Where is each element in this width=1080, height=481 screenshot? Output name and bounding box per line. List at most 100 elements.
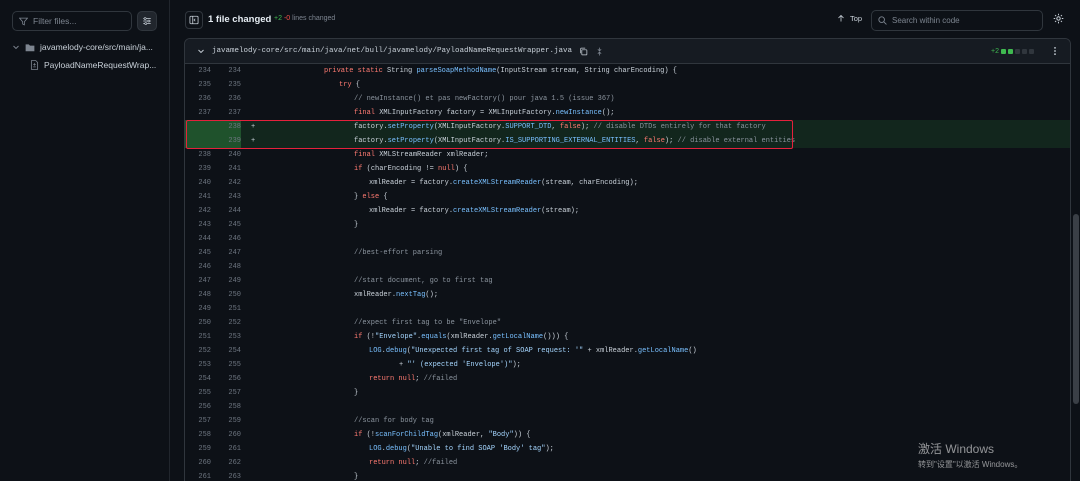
new-line-number[interactable]: 263: [219, 473, 241, 481]
new-line-number[interactable]: 240: [219, 151, 241, 159]
expand-all-icon[interactable]: [595, 47, 604, 56]
new-line-number[interactable]: 262: [219, 459, 241, 467]
diffstat-square: [1029, 49, 1034, 54]
old-line-number[interactable]: 256: [189, 403, 211, 411]
old-line-number[interactable]: 250: [189, 319, 211, 327]
line-number-gutter: 254 256: [185, 375, 241, 383]
kebab-menu-icon[interactable]: [1050, 45, 1060, 57]
chevron-down-icon[interactable]: [197, 47, 205, 55]
new-line-number[interactable]: 245: [219, 221, 241, 229]
code-line: 235 235 try {: [185, 78, 1070, 92]
code-line: 237 237 final XMLInputFactory factory = XM…: [185, 106, 1070, 120]
new-line-number[interactable]: 253: [219, 333, 241, 341]
code-line: 256 258: [185, 400, 1070, 414]
old-line-number[interactable]: 259: [189, 445, 211, 453]
old-line-number[interactable]: 235: [189, 81, 211, 89]
old-line-number[interactable]: 236: [189, 95, 211, 103]
new-line-number[interactable]: 252: [219, 319, 241, 327]
new-line-number[interactable]: 254: [219, 347, 241, 355]
old-line-number[interactable]: 243: [189, 221, 211, 229]
new-line-number[interactable]: 250: [219, 291, 241, 299]
old-line-number[interactable]: 242: [189, 207, 211, 215]
filter-files-box[interactable]: [12, 11, 132, 31]
line-number-gutter: 239 241: [185, 165, 241, 173]
old-line-number[interactable]: 253: [189, 361, 211, 369]
new-line-number[interactable]: 258: [219, 403, 241, 411]
diffstat-square: [1022, 49, 1027, 54]
old-line-number[interactable]: 258: [189, 431, 211, 439]
old-line-number[interactable]: 255: [189, 389, 211, 397]
copy-icon[interactable]: [579, 47, 588, 56]
old-line-number[interactable]: 246: [189, 263, 211, 271]
filter-options-button[interactable]: [137, 11, 157, 31]
diff-toolbar: 1 file changed +2 -0 lines changed Top: [171, 0, 1080, 40]
new-line-number[interactable]: 239: [219, 137, 241, 145]
old-line-number[interactable]: 251: [189, 333, 211, 341]
old-line-number[interactable]: 252: [189, 347, 211, 355]
new-line-number[interactable]: 256: [219, 375, 241, 383]
code-line: 234 234 private static String parseSoapMet…: [185, 64, 1070, 78]
code-line: 248 250 xmlReader.nextTag();: [185, 288, 1070, 302]
new-line-number[interactable]: 241: [219, 165, 241, 173]
code-text: }: [354, 473, 359, 481]
files-changed-count: 1 file changed: [208, 14, 272, 25]
line-number-gutter: 243 245: [185, 221, 241, 229]
old-line-number[interactable]: 261: [189, 473, 211, 481]
old-line-number[interactable]: 239: [189, 165, 211, 173]
new-line-number[interactable]: 259: [219, 417, 241, 425]
search-code-input[interactable]: [892, 16, 1032, 25]
new-line-number[interactable]: 249: [219, 277, 241, 285]
new-line-number[interactable]: 235: [219, 81, 241, 89]
new-line-number[interactable]: 248: [219, 263, 241, 271]
old-line-number[interactable]: 254: [189, 375, 211, 383]
new-line-number[interactable]: 244: [219, 207, 241, 215]
old-line-number[interactable]: 249: [189, 305, 211, 313]
old-line-number[interactable]: 248: [189, 291, 211, 299]
new-line-number[interactable]: 261: [219, 445, 241, 453]
filter-files-input[interactable]: [33, 16, 128, 26]
scrollbar-thumb[interactable]: [1073, 214, 1079, 404]
old-line-number[interactable]: 238: [189, 151, 211, 159]
new-line-number[interactable]: 251: [219, 305, 241, 313]
old-line-number[interactable]: 245: [189, 249, 211, 257]
new-line-number[interactable]: 255: [219, 361, 241, 369]
search-code-box[interactable]: [871, 10, 1043, 31]
tree-folder[interactable]: javamelody-core/src/main/ja...: [12, 38, 156, 56]
line-number-gutter: 238 240: [185, 151, 241, 159]
code-line: 255 257}: [185, 386, 1070, 400]
new-line-number[interactable]: 234: [219, 67, 241, 75]
toggle-sidebar-button[interactable]: [185, 11, 203, 29]
new-line-number[interactable]: 257: [219, 389, 241, 397]
old-line-number[interactable]: 244: [189, 235, 211, 243]
new-line-number[interactable]: 246: [219, 235, 241, 243]
tree-file[interactable]: PayloadNameRequestWrap...: [12, 56, 156, 74]
code-text: if (!scanForChildTag(xmlReader, "Body"))…: [354, 431, 531, 439]
new-line-number[interactable]: 243: [219, 193, 241, 201]
new-line-number[interactable]: 237: [219, 109, 241, 117]
old-line-number[interactable]: 234: [189, 67, 211, 75]
lines-changed-label: lines changed: [292, 15, 336, 22]
code-text: return null; //failed: [369, 459, 458, 467]
new-line-number[interactable]: 260: [219, 431, 241, 439]
old-line-number[interactable]: 241: [189, 193, 211, 201]
top-button[interactable]: Top: [837, 14, 862, 23]
old-line-number[interactable]: 237: [189, 109, 211, 117]
code-line: 252 254 LOG.debug("Unexpected first tag of…: [185, 344, 1070, 358]
new-line-number[interactable]: 236: [219, 95, 241, 103]
file-header: javamelody-core/src/main/java/net/bull/j…: [185, 39, 1070, 64]
code-text: }: [354, 389, 359, 397]
gear-icon[interactable]: [1053, 13, 1064, 24]
old-line-number[interactable]: 257: [189, 417, 211, 425]
new-line-number[interactable]: 238: [219, 123, 241, 131]
page-scrollbar[interactable]: [1072, 0, 1080, 481]
line-number-gutter: 245 247: [185, 249, 241, 257]
new-line-number[interactable]: 247: [219, 249, 241, 257]
old-line-number[interactable]: 260: [189, 459, 211, 467]
chevron-down-icon: [13, 45, 19, 50]
old-line-number[interactable]: 247: [189, 277, 211, 285]
code-text: try {: [339, 81, 361, 89]
new-line-number[interactable]: 242: [219, 179, 241, 187]
filter-icon: [19, 17, 28, 26]
old-line-number[interactable]: 240: [189, 179, 211, 187]
code-text: } else {: [354, 193, 388, 201]
